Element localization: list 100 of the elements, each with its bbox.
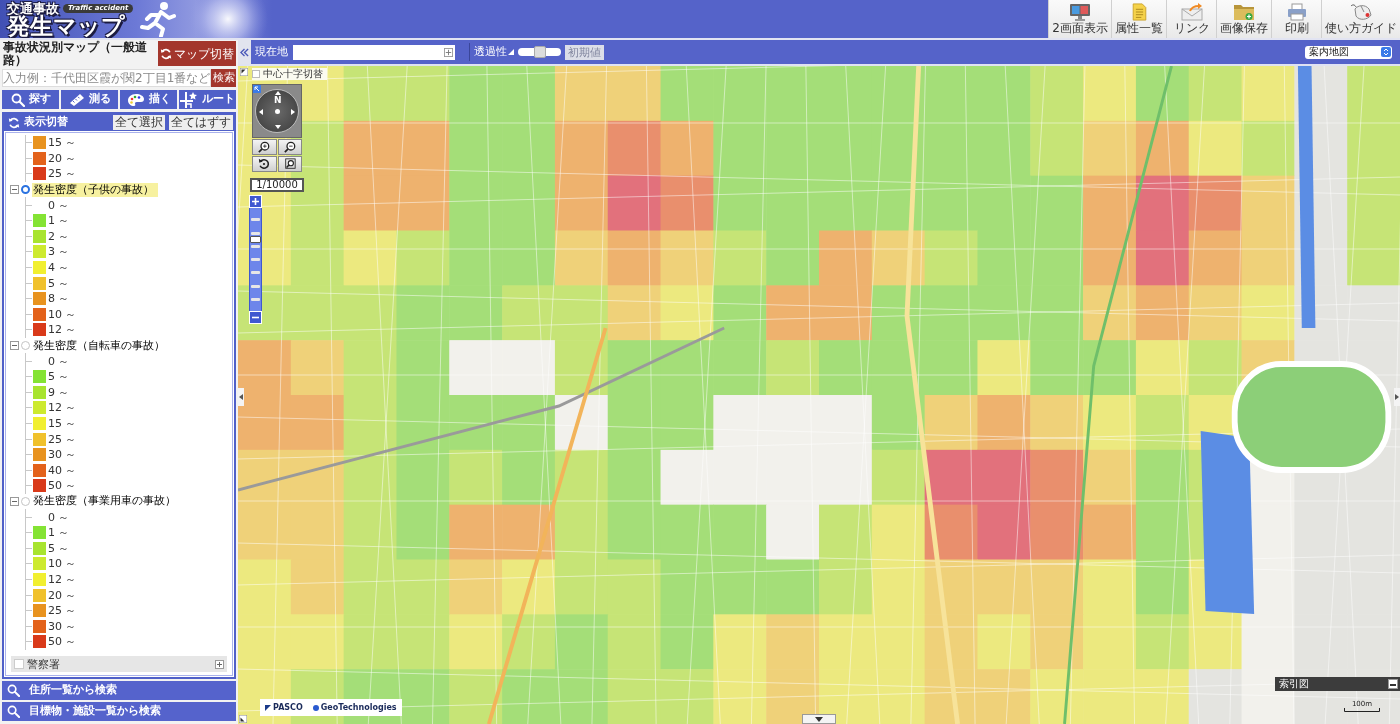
- side-handle[interactable]: [238, 388, 244, 406]
- legend-label: 9 ～: [48, 385, 70, 399]
- crosshair-icon[interactable]: [444, 47, 453, 57]
- map-type-select[interactable]: 案内地図: [1305, 45, 1392, 59]
- bottom-handle[interactable]: [802, 714, 836, 724]
- search-icon: [7, 705, 20, 718]
- plus-icon: [252, 198, 259, 205]
- folder-plus-icon: [1233, 3, 1255, 21]
- sync-icon: [160, 47, 172, 60]
- triangle-left-icon: [239, 394, 243, 400]
- legend-label: 15 ～: [48, 417, 77, 430]
- updown-chevron-icon: [1381, 47, 1391, 57]
- slider-thumb[interactable]: [250, 235, 261, 243]
- pan-down-icon[interactable]: [275, 125, 281, 129]
- search-button[interactable]: 検索: [211, 69, 236, 87]
- toolbar-button[interactable]: 印刷: [1271, 0, 1321, 38]
- toolbar-button[interactable]: 画像保存: [1216, 0, 1271, 38]
- layer-label[interactable]: 発生密度（事業用車の事故）: [32, 494, 177, 509]
- radio-button[interactable]: [21, 185, 30, 195]
- envelope-arrow-icon: [1180, 3, 1203, 21]
- zoom-in-button[interactable]: [252, 139, 277, 155]
- list-search-button[interactable]: 目標物・施設一覧から検索: [2, 702, 236, 721]
- list-search-button[interactable]: 住所一覧から検索: [2, 681, 236, 700]
- collapse-toggle-icon[interactable]: [10, 185, 19, 195]
- pan-up-icon[interactable]: [275, 91, 281, 95]
- legend-label: 5 ～: [48, 370, 70, 384]
- toolbar-button[interactable]: リンク: [1166, 0, 1216, 38]
- rotate-button[interactable]: [252, 156, 277, 172]
- legend-label: 1 ～: [48, 214, 70, 228]
- clear-all-button[interactable]: 全てはずす: [169, 115, 233, 130]
- globe-logo-icon: [312, 704, 319, 711]
- slider-thumb[interactable]: [533, 46, 546, 58]
- zoom-box-button[interactable]: [277, 156, 302, 172]
- radio-button[interactable]: [21, 496, 30, 506]
- legend-label: 1 ～: [48, 526, 70, 540]
- radio-button[interactable]: [21, 341, 30, 350]
- legend-label: 40 ～: [48, 463, 77, 477]
- collapse-sidebar-button[interactable]: [238, 40, 251, 64]
- zoom-out-icon: [283, 141, 296, 153]
- search-icon: [10, 92, 25, 107]
- minimize-button[interactable]: [1388, 679, 1398, 689]
- palette-icon: [126, 92, 145, 107]
- collapse-toggle-icon[interactable]: [10, 341, 19, 350]
- corner-arrow-icon[interactable]: [253, 85, 261, 93]
- legend-label: 20 ～: [48, 151, 77, 165]
- pan-left-icon[interactable]: [259, 109, 263, 115]
- legend-label: 12 ～: [48, 323, 77, 337]
- zoom-slider[interactable]: [249, 208, 262, 311]
- corner-toggle-icon[interactable]: [239, 715, 247, 723]
- address-search-field[interactable]: 入力例：千代田区霞が関2丁目1番など: [2, 69, 211, 87]
- logo-subtitle: 発生マップ: [7, 15, 126, 37]
- transparency-slider[interactable]: [518, 48, 561, 56]
- legend-label: 12 ～: [48, 572, 77, 586]
- rotate-icon: [258, 158, 271, 170]
- legend-label: 10 ～: [48, 307, 77, 321]
- select-all-button[interactable]: 全て選択: [113, 115, 165, 130]
- legend-label: 5 ～: [48, 541, 70, 555]
- expand-toggle-icon[interactable]: [215, 659, 224, 669]
- printer-icon: [1286, 3, 1307, 21]
- toolbar-button[interactable]: 2画面表示: [1048, 0, 1111, 38]
- toolbar-button[interactable]: 使い方ガイド: [1321, 0, 1400, 38]
- minimize-icon: [1390, 684, 1396, 686]
- legend-label: 3 ～: [48, 245, 70, 259]
- legend-label: 0 ～: [48, 510, 70, 524]
- route-icon: [180, 91, 198, 108]
- index-map-title: 索引図: [1279, 678, 1309, 690]
- tool-button[interactable]: 探す: [2, 90, 59, 109]
- tool-button[interactable]: 描く: [120, 90, 177, 109]
- legend-label: 25 ～: [48, 167, 77, 181]
- legend-label: 15 ～: [48, 136, 77, 150]
- layer-label[interactable]: 発生密度（子供の事故）: [32, 182, 158, 197]
- zoom-box-icon: [283, 158, 296, 170]
- tool-button[interactable]: 測る: [61, 90, 118, 109]
- corner-toggle-icon[interactable]: [240, 68, 248, 76]
- checkbox[interactable]: [252, 70, 260, 78]
- layer-label[interactable]: 発生密度（自転車の事故）: [32, 338, 166, 353]
- document-icon: [1131, 3, 1147, 21]
- logo-title: 交通事故: [7, 2, 59, 15]
- collapse-toggle-icon[interactable]: [10, 496, 19, 506]
- scale-ratio: 1/10000: [250, 178, 304, 192]
- legend-label: 50 ～: [48, 635, 77, 649]
- crosshair-toggle[interactable]: 中心十字切替: [252, 68, 327, 80]
- reset-button: 初期値: [565, 44, 604, 60]
- side-handle[interactable]: [1394, 388, 1400, 406]
- map-title: 事故状況別マップ（一般道路）: [2, 40, 148, 67]
- sync-icon: [8, 116, 20, 129]
- legend-label: 0 ～: [48, 354, 70, 368]
- legend-label: 30 ～: [48, 448, 77, 462]
- pasco-logo-icon: [265, 704, 271, 711]
- toolbar-button[interactable]: 属性一覧: [1111, 0, 1166, 38]
- dual-monitor-icon: [1069, 3, 1092, 21]
- panel-title: 表示切替: [24, 114, 68, 131]
- legend-label: 8 ～: [48, 292, 70, 306]
- tool-button[interactable]: ルート: [179, 90, 236, 109]
- location-field[interactable]: [293, 44, 455, 60]
- legend-label: 20 ～: [48, 588, 77, 602]
- zoom-out-button[interactable]: [277, 139, 302, 155]
- map-switch-button[interactable]: マップ切替: [158, 41, 236, 66]
- checkbox[interactable]: [14, 659, 24, 669]
- legend-label: 5 ～: [48, 276, 70, 290]
